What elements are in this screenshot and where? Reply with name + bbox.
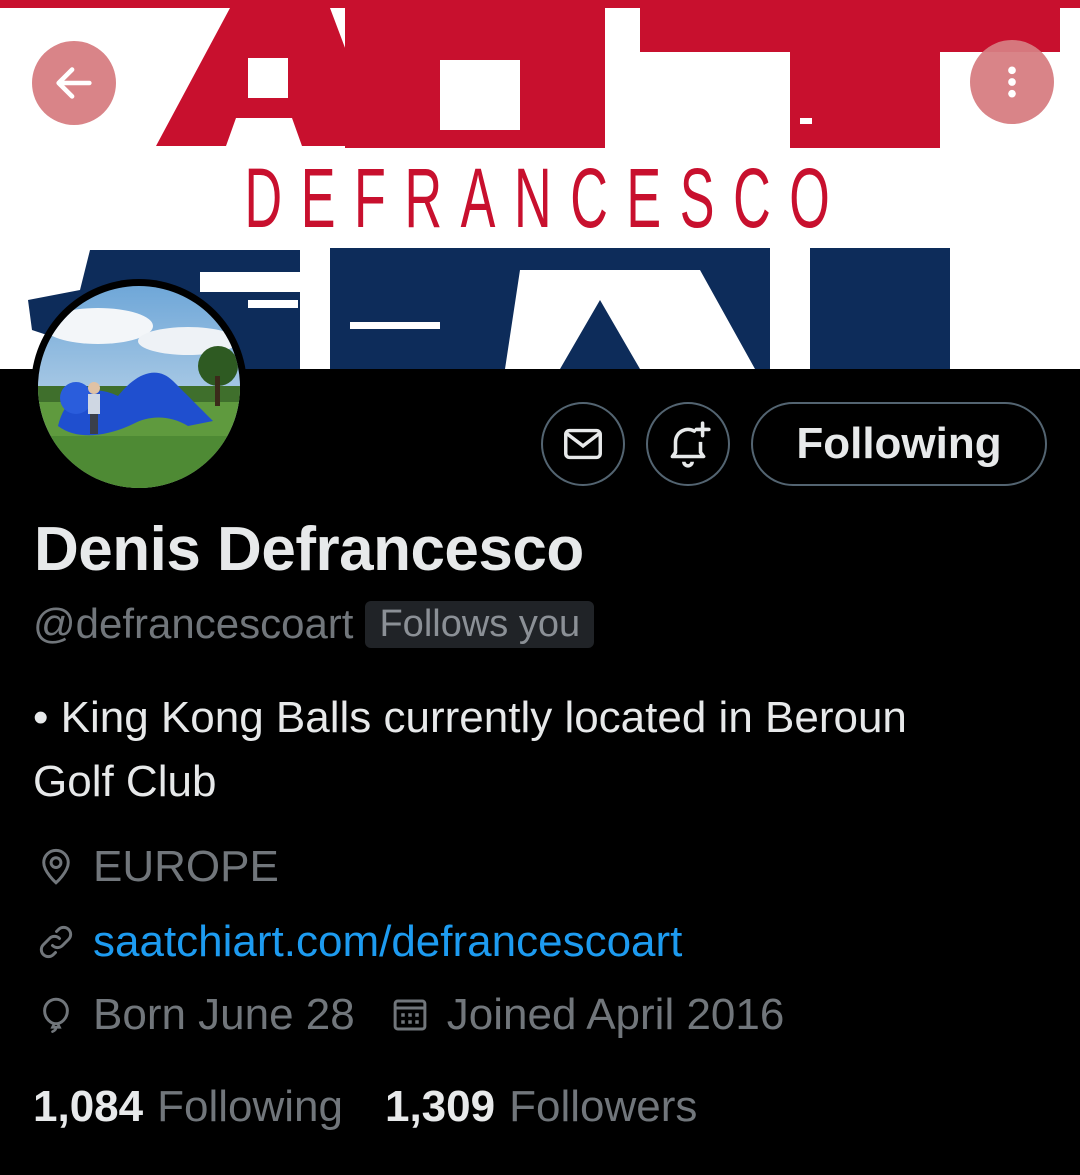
website-row: saatchiart.com/defrancescoart — [33, 917, 682, 967]
profile-name: Denis Defrancesco — [34, 515, 584, 584]
location-row: EUROPE — [33, 842, 279, 892]
more-vertical-icon — [1008, 66, 1016, 98]
following-button[interactable]: Following — [751, 402, 1047, 486]
profile-handle: @defrancescoart — [33, 600, 354, 647]
bell-plus-icon — [670, 421, 711, 468]
more-options-button[interactable] — [970, 40, 1054, 124]
back-button[interactable] — [32, 41, 116, 125]
bio-line-2: Golf Club — [33, 757, 217, 806]
calendar-icon — [387, 992, 433, 1038]
envelope-icon — [564, 428, 602, 460]
notifications-button[interactable] — [646, 402, 730, 486]
joined-text: Joined April 2016 — [446, 990, 785, 1039]
following-stat[interactable]: 1,084 Following — [33, 1082, 343, 1132]
followers-count: 1,309 — [384, 1082, 496, 1131]
profile-bio: • King Kong Balls currently located in B… — [33, 686, 1033, 814]
balloon-icon — [33, 992, 79, 1038]
location-text: EUROPE — [93, 842, 279, 891]
arrow-left-icon — [56, 67, 92, 99]
handle-row: @defrancescoart Follows you — [33, 598, 595, 650]
banner-title-text: DEFRANCESCO — [244, 151, 849, 245]
message-button[interactable] — [541, 402, 625, 486]
birthday-text: Born June 28 — [93, 990, 355, 1039]
followers-label: Followers — [509, 1082, 698, 1131]
followers-stat[interactable]: 1,309 Followers — [385, 1082, 697, 1132]
stats-row: 1,084 Following 1,309 Followers — [33, 1082, 697, 1132]
bio-line-1: • King Kong Balls currently located in B… — [33, 693, 907, 742]
following-label: Following — [157, 1082, 343, 1131]
follows-you-badge: Follows you — [365, 600, 595, 648]
link-icon — [33, 919, 79, 965]
following-count: 1,084 — [33, 1082, 144, 1131]
avatar-image — [38, 286, 240, 488]
website-link[interactable]: saatchiart.com/defrancescoart — [93, 917, 682, 967]
avatar[interactable] — [31, 279, 247, 495]
dates-row: Born June 28 Joined April 2016 — [33, 990, 784, 1040]
location-pin-icon — [33, 844, 79, 890]
